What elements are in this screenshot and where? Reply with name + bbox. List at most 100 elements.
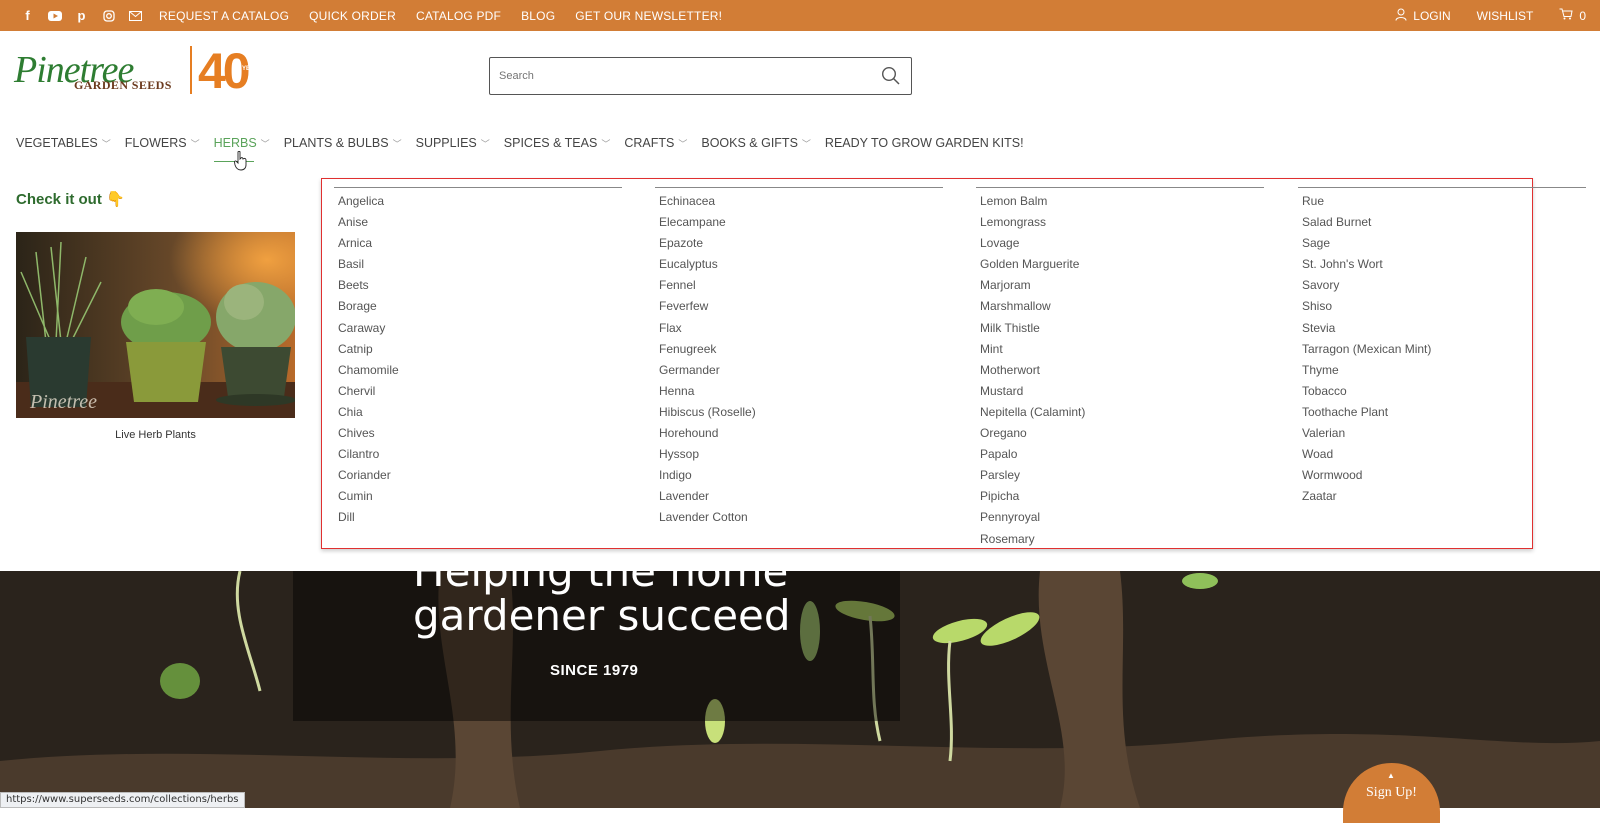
social-links: f p bbox=[14, 8, 149, 23]
herb-link[interactable]: Flax bbox=[655, 318, 943, 339]
herb-link[interactable]: Milk Thistle bbox=[976, 318, 1264, 339]
herb-link[interactable]: Germander bbox=[655, 360, 943, 381]
herb-link[interactable]: Parsley bbox=[976, 465, 1264, 486]
youtube-icon[interactable] bbox=[41, 10, 68, 21]
nav-garden-kits[interactable]: READY TO GROW GARDEN KITS! bbox=[825, 133, 1024, 153]
promo-caption[interactable]: Live Herb Plants bbox=[16, 429, 295, 441]
herb-link[interactable]: Valerian bbox=[1298, 423, 1586, 444]
facebook-icon[interactable]: f bbox=[14, 8, 41, 23]
herb-link[interactable]: Lavender bbox=[655, 486, 943, 507]
herb-link[interactable]: Feverfew bbox=[655, 296, 943, 317]
nav-label: READY TO GROW GARDEN KITS! bbox=[824, 136, 1024, 150]
herb-link[interactable]: Rue bbox=[1298, 191, 1586, 212]
herb-link[interactable]: Cumin bbox=[334, 486, 622, 507]
herb-link[interactable]: Borage bbox=[334, 296, 622, 317]
newsletter-link[interactable]: GET OUR NEWSLETTER! bbox=[575, 9, 722, 23]
herb-link[interactable]: Salad Burnet bbox=[1298, 212, 1586, 233]
instagram-icon[interactable] bbox=[95, 9, 122, 22]
nav-books-gifts[interactable]: BOOKS & GIFTS ﹀ bbox=[701, 133, 811, 153]
nav-plants-bulbs[interactable]: PLANTS & BULBS ﹀ bbox=[284, 133, 402, 153]
herb-link[interactable]: Lemongrass bbox=[976, 212, 1264, 233]
herb-link[interactable]: Oregano bbox=[976, 423, 1264, 444]
herb-link[interactable]: Rosemary bbox=[976, 529, 1264, 550]
herb-link[interactable]: Horehound bbox=[655, 423, 943, 444]
herb-link[interactable]: Caraway bbox=[334, 318, 622, 339]
herb-link[interactable]: Chia bbox=[334, 402, 622, 423]
herb-link[interactable]: Catnip bbox=[334, 339, 622, 360]
herb-link[interactable]: Fennel bbox=[655, 275, 943, 296]
herb-link[interactable]: Eucalyptus bbox=[655, 254, 943, 275]
request-catalog-link[interactable]: REQUEST A CATALOG bbox=[159, 9, 289, 23]
chevron-down-icon: ﹀ bbox=[678, 138, 688, 149]
herb-link[interactable]: Dill bbox=[334, 507, 622, 528]
nav-supplies[interactable]: SUPPLIES ﹀ bbox=[416, 133, 490, 153]
herb-link[interactable]: Beets bbox=[334, 275, 622, 296]
herb-link[interactable]: Chamomile bbox=[334, 360, 622, 381]
herb-link[interactable]: Fenugreek bbox=[655, 339, 943, 360]
herb-link[interactable]: Toothache Plant bbox=[1298, 402, 1586, 423]
herb-link[interactable]: Marshmallow bbox=[976, 296, 1264, 317]
herb-link[interactable]: Sage bbox=[1298, 233, 1586, 254]
herb-link[interactable]: Angelica bbox=[334, 191, 622, 212]
herb-link[interactable]: Chives bbox=[334, 423, 622, 444]
herb-link[interactable]: Arnica bbox=[334, 233, 622, 254]
herb-link[interactable]: St. John's Wort bbox=[1298, 254, 1586, 275]
herb-link[interactable]: Indigo bbox=[655, 465, 943, 486]
herb-link[interactable]: Cilantro bbox=[334, 444, 622, 465]
mail-icon[interactable] bbox=[122, 10, 149, 21]
herb-link[interactable]: Echinacea bbox=[655, 191, 943, 212]
browser-status-url: https://www.superseeds.com/collections/h… bbox=[0, 792, 245, 808]
herb-link[interactable]: Pipicha bbox=[976, 486, 1264, 507]
herb-link[interactable]: Shiso bbox=[1298, 296, 1586, 317]
herb-link[interactable]: Zaatar bbox=[1298, 486, 1586, 507]
herbs-column-2: Echinacea Elecampane Epazote Eucalyptus Fenn… bbox=[655, 187, 943, 529]
herb-link[interactable]: Hyssop bbox=[655, 444, 943, 465]
herb-link[interactable]: Lavender Cotton bbox=[655, 507, 943, 528]
herb-link[interactable]: Pennyroyal bbox=[976, 507, 1264, 528]
herb-link[interactable]: Coriander bbox=[334, 465, 622, 486]
herb-link[interactable]: Mint bbox=[976, 339, 1264, 360]
herb-link[interactable]: Nepitella (Calamint) bbox=[976, 402, 1264, 423]
herb-link[interactable]: Tarragon (Mexican Mint) bbox=[1298, 339, 1586, 360]
blog-link[interactable]: BLOG bbox=[521, 9, 555, 23]
search-input[interactable] bbox=[499, 70, 859, 82]
herb-link[interactable]: Elecampane bbox=[655, 212, 943, 233]
herb-link[interactable]: Thyme bbox=[1298, 360, 1586, 381]
herb-link[interactable]: Golden Marguerite bbox=[976, 254, 1264, 275]
herb-link[interactable]: Savory bbox=[1298, 275, 1586, 296]
pinterest-icon[interactable]: p bbox=[68, 8, 95, 23]
search-icon[interactable] bbox=[881, 66, 901, 91]
catalog-pdf-link[interactable]: CATALOG PDF bbox=[416, 9, 501, 23]
herb-link[interactable]: Lemon Balm bbox=[976, 191, 1264, 212]
herb-link[interactable]: Papalo bbox=[976, 444, 1264, 465]
herb-link[interactable]: Tobacco bbox=[1298, 381, 1586, 402]
herb-plants-image[interactable]: Pinetree bbox=[16, 232, 295, 418]
logo-subtitle: GARDEN SEEDS bbox=[74, 78, 172, 92]
quick-order-link[interactable]: QUICK ORDER bbox=[309, 9, 396, 23]
cart-link[interactable]: 0 bbox=[1559, 8, 1586, 23]
nav-flowers[interactable]: FLOWERS ﹀ bbox=[125, 133, 200, 153]
chevron-down-icon: ﹀ bbox=[101, 138, 111, 149]
herb-link[interactable]: Mustard bbox=[976, 381, 1264, 402]
herb-link[interactable]: Hibiscus (Roselle) bbox=[655, 402, 943, 423]
nav-spices-teas[interactable]: SPICES & TEAS ﹀ bbox=[504, 133, 611, 153]
herb-link[interactable]: Anise bbox=[334, 212, 622, 233]
herb-link[interactable]: Basil bbox=[334, 254, 622, 275]
column-divider bbox=[334, 187, 622, 188]
herb-link[interactable]: Stevia bbox=[1298, 318, 1586, 339]
nav-vegetables[interactable]: VEGETABLES ﹀ bbox=[16, 133, 111, 153]
herb-link[interactable]: Henna bbox=[655, 381, 943, 402]
herb-link[interactable]: Woad bbox=[1298, 444, 1586, 465]
herb-link[interactable]: Wormwood bbox=[1298, 465, 1586, 486]
herb-link[interactable]: Chervil bbox=[334, 381, 622, 402]
wishlist-link[interactable]: WISHLIST bbox=[1477, 9, 1534, 23]
login-link[interactable]: LOGIN bbox=[1395, 8, 1451, 24]
site-logo[interactable]: Pinetree GARDEN SEEDS 40 YEARS bbox=[14, 43, 266, 99]
herb-link[interactable]: Motherwort bbox=[976, 360, 1264, 381]
nav-crafts[interactable]: CRAFTS ﹀ bbox=[624, 133, 687, 153]
herb-link[interactable]: Marjoram bbox=[976, 275, 1264, 296]
hero-banner: Helping the home gardener succeed SINCE … bbox=[0, 571, 1600, 808]
herb-link[interactable]: Epazote bbox=[655, 233, 943, 254]
nav-herbs[interactable]: HERBS ﹀ bbox=[213, 133, 270, 162]
herb-link[interactable]: Lovage bbox=[976, 233, 1264, 254]
